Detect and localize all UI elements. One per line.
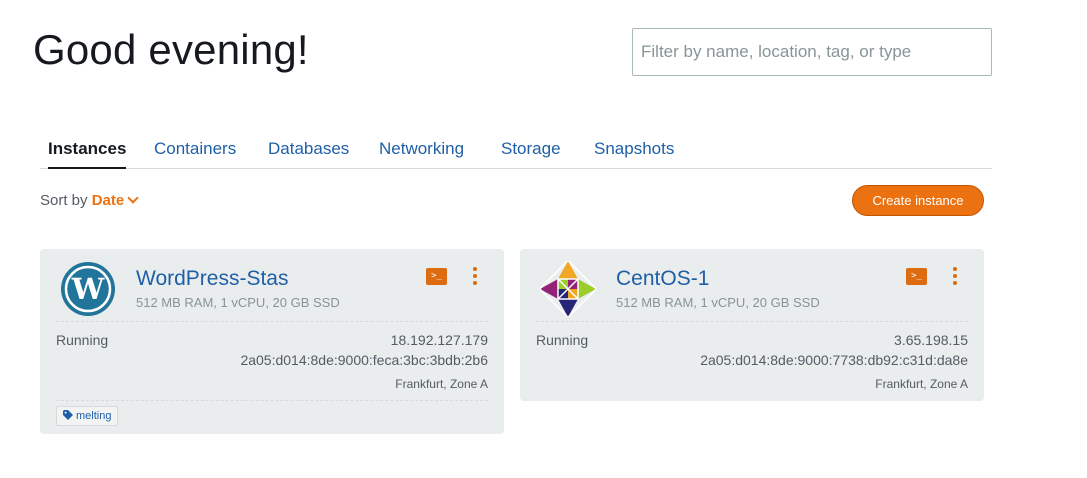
tab-instances[interactable]: Instances	[48, 139, 127, 169]
tab-containers[interactable]: Containers	[154, 139, 236, 159]
divider	[56, 400, 488, 401]
instance-name-link[interactable]: CentOS-1	[616, 267, 709, 291]
instance-location: Frankfurt, Zone A	[875, 377, 968, 391]
tab-storage[interactable]: Storage	[501, 139, 561, 159]
terminal-icon[interactable]: >_	[906, 268, 927, 285]
tab-bar: Instances Containers Databases Networkin…	[40, 128, 992, 169]
more-options-icon[interactable]	[950, 267, 960, 287]
create-instance-button[interactable]: Create instance	[852, 185, 984, 216]
centos-icon	[540, 261, 596, 317]
sort-value[interactable]: Date	[92, 192, 125, 209]
terminal-icon[interactable]: >_	[426, 268, 447, 285]
chevron-down-icon[interactable]	[127, 192, 139, 204]
tag-badge[interactable]: melting	[56, 406, 119, 426]
instance-card: W WordPress-Stas 512 MB RAM, 1 vCPU, 20 …	[40, 249, 504, 434]
tag-icon	[63, 410, 73, 420]
tab-snapshots[interactable]: Snapshots	[594, 139, 674, 159]
tab-networking[interactable]: Networking	[379, 139, 464, 159]
filter-input[interactable]	[632, 28, 992, 76]
instance-specs: 512 MB RAM, 1 vCPU, 20 GB SSD	[616, 295, 820, 310]
svg-text:W: W	[71, 272, 105, 306]
divider	[536, 321, 968, 322]
tab-databases[interactable]: Databases	[268, 139, 349, 159]
instance-name-link[interactable]: WordPress-Stas	[136, 267, 289, 291]
page-greeting: Good evening!	[33, 26, 309, 73]
divider	[56, 321, 488, 322]
instance-status: Running	[536, 332, 589, 348]
public-ipv6: 2a05:d014:8de:9000:7738:db92:c31d:da8e	[700, 352, 968, 368]
instance-status: Running	[56, 332, 109, 348]
instance-location: Frankfurt, Zone A	[395, 377, 488, 391]
instance-specs: 512 MB RAM, 1 vCPU, 20 GB SSD	[136, 295, 340, 310]
tag-label: melting	[76, 410, 112, 422]
sort-control: Sort by Date	[40, 192, 139, 209]
more-options-icon[interactable]	[470, 267, 480, 287]
sort-label: Sort by	[40, 192, 88, 209]
public-ipv4: 18.192.127.179	[390, 332, 488, 348]
instance-card: CentOS-1 512 MB RAM, 1 vCPU, 20 GB SSD >…	[520, 249, 984, 401]
public-ipv4: 3.65.198.15	[894, 332, 968, 348]
public-ipv6: 2a05:d014:8de:9000:feca:3bc:3bdb:2b6	[240, 352, 488, 368]
sort-dropdown[interactable]: Date	[92, 192, 139, 209]
wordpress-icon: W	[61, 262, 115, 316]
